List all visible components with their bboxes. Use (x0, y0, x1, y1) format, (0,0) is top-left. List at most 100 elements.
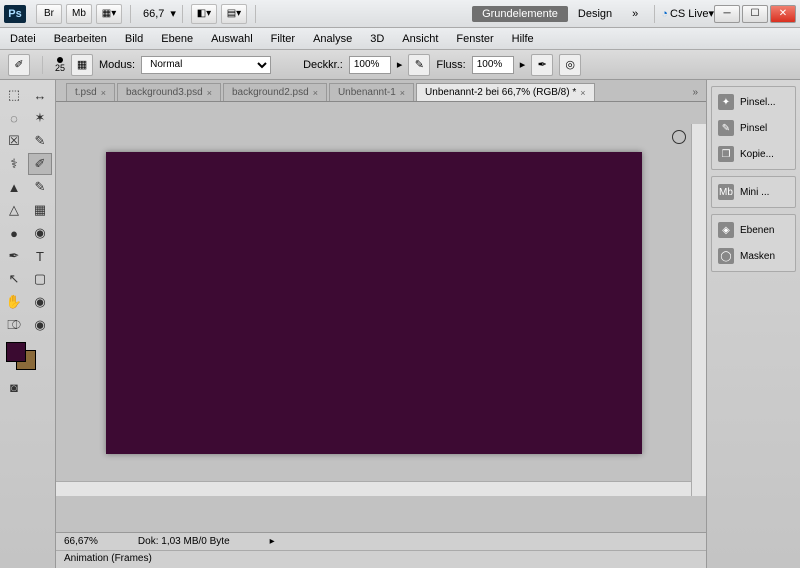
tab-overflow[interactable]: » (684, 84, 706, 101)
status-bar: 66,67% Dok: 1,03 MB/0 Byte ▸ (56, 532, 706, 550)
dock-masken[interactable]: ◯Masken (712, 243, 795, 269)
right-dock: ✦Pinsel... ✎Pinsel ❐Kopie... MbMini ... … (706, 80, 800, 568)
close-icon[interactable]: × (101, 88, 106, 98)
status-zoom[interactable]: 66,67% (64, 536, 98, 547)
clone-icon: ❐ (718, 146, 734, 162)
menu-ebene[interactable]: Ebene (161, 33, 193, 45)
tool-move[interactable]: ⬚ (2, 84, 26, 106)
menu-analyse[interactable]: Analyse (313, 33, 352, 45)
tool-pen[interactable]: ✒ (2, 245, 26, 267)
tool-blur[interactable]: ● (2, 222, 26, 244)
zoom-display[interactable]: 66,7 (143, 8, 164, 20)
separator (130, 5, 131, 23)
dock-pinselvorgaben[interactable]: ✦Pinsel... (712, 89, 795, 115)
color-swatches[interactable] (2, 342, 53, 372)
menu-ansicht[interactable]: Ansicht (402, 33, 438, 45)
menu-datei[interactable]: Datei (10, 33, 36, 45)
airbrush-icon[interactable]: ✒ (531, 54, 553, 76)
menu-bild[interactable]: Bild (125, 33, 143, 45)
tool-crop[interactable]: ☒ (2, 130, 26, 152)
modus-select[interactable]: Normal (141, 56, 271, 74)
tool-brush[interactable]: ✐ (28, 153, 52, 175)
cslive-button[interactable]: CS Live (670, 8, 709, 20)
tool-gradient[interactable]: ▦ (28, 199, 52, 221)
fluss-flyout-icon[interactable]: ▸ (520, 58, 526, 71)
minibridge-button[interactable]: Mb (66, 4, 92, 24)
foreground-swatch[interactable] (6, 342, 26, 362)
canvas-viewport[interactable] (56, 102, 706, 532)
tool-lasso[interactable]: ◌ (2, 107, 26, 129)
minimize-button[interactable]: ─ (714, 5, 740, 23)
doc-tab-0[interactable]: t.psd× (66, 83, 115, 101)
tool-stamp[interactable]: ▲ (2, 176, 26, 198)
doc-tab-1[interactable]: background3.psd× (117, 83, 221, 101)
document-area: t.psd× background3.psd× background2.psd×… (56, 80, 706, 568)
workspace-grundelemente[interactable]: Grundelemente (472, 6, 568, 22)
menu-filter[interactable]: Filter (271, 33, 295, 45)
tool-preset-icon[interactable]: ✐ (8, 54, 30, 76)
deckkr-input[interactable] (349, 56, 391, 74)
tool-dodge[interactable]: ◉ (28, 222, 52, 244)
scrollbar-horizontal[interactable] (56, 481, 691, 496)
menu-bearbeiten[interactable]: Bearbeiten (54, 33, 107, 45)
animation-panel-tab[interactable]: Animation (Frames) (56, 550, 706, 568)
tool-shape[interactable]: ▢ (28, 268, 52, 290)
tablet-size-icon[interactable]: ◎ (559, 54, 581, 76)
tool-wand[interactable]: ✶ (28, 107, 52, 129)
dock-minibridge[interactable]: MbMini ... (712, 179, 795, 205)
brush-cursor-icon (672, 130, 686, 144)
close-icon[interactable]: × (313, 88, 318, 98)
brush-preview[interactable]: 25 (55, 57, 65, 73)
arrange-button[interactable]: ▦▾ (96, 4, 122, 24)
status-flyout-icon[interactable]: ▸ (270, 536, 275, 547)
extras-button[interactable]: ▤▾ (221, 4, 247, 24)
app-logo: Ps (4, 5, 26, 23)
tool-zoom[interactable]: ◉ (28, 291, 52, 313)
modus-label: Modus: (99, 59, 135, 71)
maximize-button[interactable]: ☐ (742, 5, 768, 23)
brush-panel-toggle[interactable]: ▦ (71, 54, 93, 76)
dock-ebenen[interactable]: ◈Ebenen (712, 217, 795, 243)
tool-type[interactable]: T (28, 245, 52, 267)
tool-eraser[interactable]: △ (2, 199, 26, 221)
close-icon[interactable]: × (207, 88, 212, 98)
separator (182, 5, 183, 23)
menu-auswahl[interactable]: Auswahl (211, 33, 253, 45)
minibridge-icon: Mb (718, 184, 734, 200)
brush-presets-icon: ✦ (718, 94, 734, 110)
menu-hilfe[interactable]: Hilfe (512, 33, 534, 45)
workspace-design[interactable]: Design (568, 6, 622, 22)
tablet-opacity-icon[interactable]: ✎ (408, 54, 430, 76)
doc-tab-2[interactable]: background2.psd× (223, 83, 327, 101)
menu-3d[interactable]: 3D (370, 33, 384, 45)
window-controls: ─ ☐ ✕ (714, 5, 796, 23)
quickmask-toggle[interactable]: ◙ (2, 376, 26, 398)
doc-tab-4[interactable]: Unbenannt-2 bei 66,7% (RGB/8) *× (416, 83, 594, 101)
tool-history[interactable]: ✎ (28, 176, 52, 198)
scrollbar-vertical[interactable] (691, 124, 706, 496)
fluss-input[interactable] (472, 56, 514, 74)
tool-hand[interactable]: ✋ (2, 291, 26, 313)
dock-pinsel[interactable]: ✎Pinsel (712, 115, 795, 141)
screenmode-button[interactable]: ◧▾ (191, 4, 217, 24)
tool-3d[interactable]: ⎄ (2, 314, 26, 336)
tool-marquee[interactable]: ↔ (28, 84, 52, 106)
close-icon[interactable]: × (400, 88, 405, 98)
cslive-icon: ◔ (661, 8, 668, 20)
bridge-button[interactable]: Br (36, 4, 62, 24)
close-button[interactable]: ✕ (770, 5, 796, 23)
workspace-more[interactable]: » (622, 6, 648, 22)
layers-icon: ◈ (718, 222, 734, 238)
fluss-label: Fluss: (436, 59, 465, 71)
menu-fenster[interactable]: Fenster (456, 33, 493, 45)
dock-kopie[interactable]: ❐Kopie... (712, 141, 795, 167)
deckkr-flyout-icon[interactable]: ▸ (397, 58, 403, 71)
tool-path[interactable]: ↖ (2, 268, 26, 290)
doc-tab-3[interactable]: Unbenannt-1× (329, 83, 414, 101)
canvas[interactable] (106, 152, 642, 454)
tool-eyedropper[interactable]: ✎ (28, 130, 52, 152)
close-icon[interactable]: × (580, 88, 585, 98)
status-doc-size[interactable]: Dok: 1,03 MB/0 Byte (138, 536, 230, 547)
tool-heal[interactable]: ⚕ (2, 153, 26, 175)
tool-3d2[interactable]: ◉ (28, 314, 52, 336)
